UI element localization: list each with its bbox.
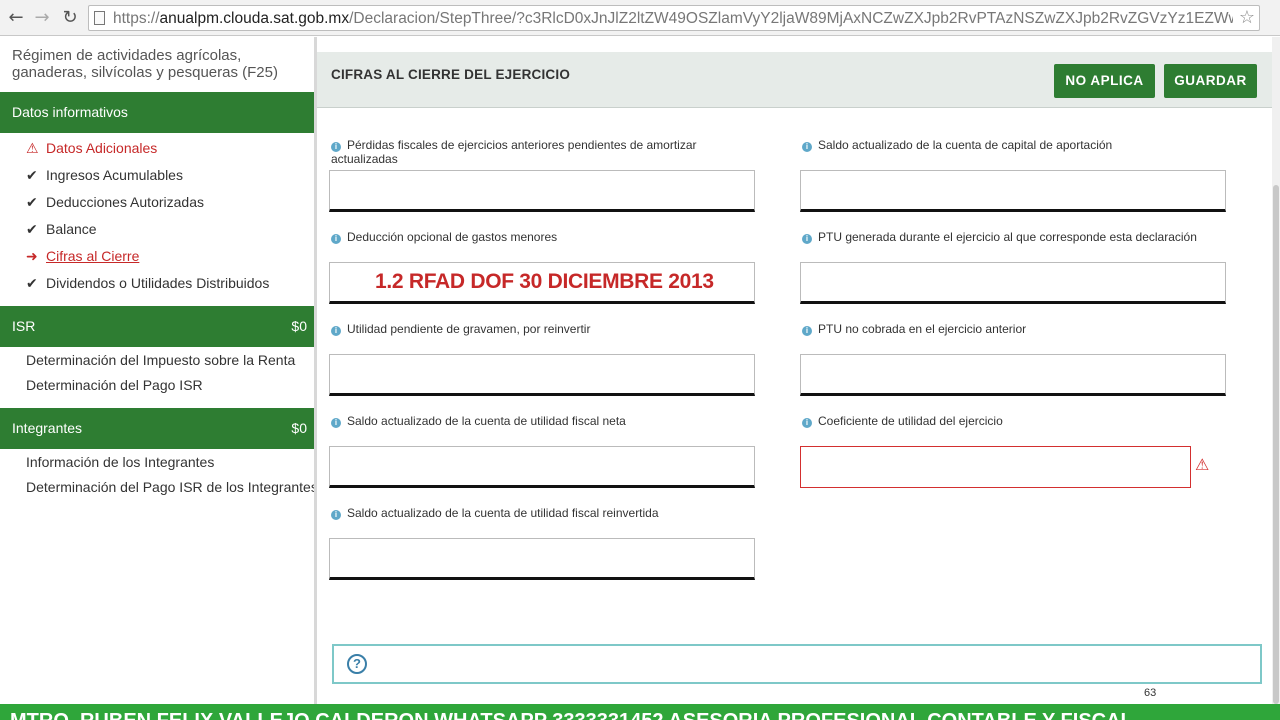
warning-triangle-icon: ⚠ bbox=[1195, 455, 1210, 474]
arrow-right-box-icon: ➜ bbox=[26, 249, 38, 265]
question-circle-icon[interactable]: ? bbox=[347, 654, 367, 674]
sidebar-item-label: Cifras al Cierre bbox=[46, 248, 140, 264]
banner-text: MTRO. RUBEN FELIX VALLEJO CALDERON WHATS… bbox=[10, 710, 1133, 720]
section-label: ISR bbox=[12, 318, 36, 334]
sidebar-item-label: Ingresos Acumulables bbox=[46, 167, 183, 183]
sidebar-item-deducciones-autorizadas[interactable]: ✔ Deducciones Autorizadas bbox=[26, 192, 204, 212]
coeficiente-utilidad-input[interactable] bbox=[800, 446, 1191, 488]
ptu-no-cobrada-input[interactable] bbox=[800, 354, 1226, 396]
main-content: CIFRAS AL CIERRE DEL EJERCICIO NO APLICA… bbox=[317, 37, 1272, 704]
check-circle-icon: ✔ bbox=[26, 195, 38, 211]
cuca-input[interactable] bbox=[800, 170, 1226, 212]
url-path: /Declaracion/StepThree/?c3RlcD0xJnJlZ2lt… bbox=[349, 10, 1233, 27]
field-label-text: Pérdidas fiscales de ejercicios anterior… bbox=[331, 138, 697, 166]
scrollbar[interactable] bbox=[1272, 37, 1280, 704]
page-title: CIFRAS AL CIERRE DEL EJERCICIO bbox=[331, 67, 571, 82]
info-icon[interactable]: i bbox=[802, 142, 812, 152]
deduccion-opcional-input[interactable]: 1.2 RFAD DOF 30 DICIEMBRE 2013 bbox=[329, 262, 755, 304]
field-label-perdidas-fiscales: i Pérdidas fiscales de ejercicios anterio… bbox=[331, 138, 741, 166]
no-aplica-button[interactable]: NO APLICA bbox=[1054, 64, 1155, 98]
field-label-deduccion-opcional: i Deducción opcional de gastos menores bbox=[331, 230, 741, 244]
url-prefix: https:// bbox=[113, 10, 160, 27]
guardar-button[interactable]: GUARDAR bbox=[1164, 64, 1257, 98]
url-host: anualpm.clouda.sat.gob.mx bbox=[159, 10, 350, 27]
warning-triangle-icon: ⚠ bbox=[26, 141, 39, 157]
sidebar-item-pago-isr-integrantes[interactable]: Determinación del Pago ISR de los Integr… bbox=[26, 479, 318, 495]
check-circle-icon: ✔ bbox=[26, 168, 38, 184]
sidebar-item-label: Balance bbox=[46, 221, 97, 237]
section-integrantes[interactable]: Integrantes $0 bbox=[0, 408, 314, 449]
sidebar-item-balance[interactable]: ✔ Balance bbox=[26, 219, 97, 239]
field-label-cuca: i Saldo actualizado de la cuenta de capit… bbox=[802, 138, 1212, 152]
sidebar-item-cifras-al-cierre[interactable]: ➜ Cifras al Cierre bbox=[26, 246, 139, 266]
bottom-banner: MTRO. RUBEN FELIX VALLEJO CALDERON WHATS… bbox=[0, 704, 1280, 720]
field-label-ptu-no-cobrada: i PTU no cobrada en el ejercicio anterior bbox=[802, 322, 1212, 336]
sidebar: Régimen de actividades agrícolas, ganade… bbox=[0, 37, 318, 704]
field-label-text: Deducción opcional de gastos menores bbox=[347, 230, 558, 244]
field-label-text: Utilidad pendiente de gravamen, por rein… bbox=[347, 322, 591, 336]
info-icon[interactable]: i bbox=[802, 326, 812, 336]
help-box: ? bbox=[332, 644, 1262, 684]
field-label-text: PTU no cobrada en el ejercicio anterior bbox=[818, 322, 1027, 336]
utilidad-pendiente-input[interactable] bbox=[329, 354, 755, 396]
sidebar-item-determinacion-pago-isr[interactable]: Determinación del Pago ISR bbox=[26, 377, 203, 393]
info-icon[interactable]: i bbox=[331, 142, 341, 152]
field-label-coeficiente-utilidad: i Coeficiente de utilidad del ejercicio bbox=[802, 414, 1212, 428]
regimen-title: Régimen de actividades agrícolas, ganade… bbox=[12, 47, 278, 81]
info-icon[interactable]: i bbox=[331, 510, 341, 520]
bookmark-star-icon[interactable]: ☆ bbox=[1239, 7, 1255, 28]
section-amount: $0 bbox=[291, 420, 307, 436]
field-label-text: Coeficiente de utilidad del ejercicio bbox=[818, 414, 1003, 428]
back-arrow-icon[interactable]: ← bbox=[5, 7, 27, 29]
ptu-generada-input[interactable] bbox=[800, 262, 1226, 304]
field-label-text: Saldo actualizado de la cuenta de utilid… bbox=[347, 414, 626, 428]
section-label: Datos informativos bbox=[12, 104, 128, 120]
info-icon[interactable]: i bbox=[331, 326, 341, 336]
field-label-text: Saldo actualizado de la cuenta de capita… bbox=[818, 138, 1113, 152]
field-label-ptu-generada: i PTU generada durante el ejercicio al qu… bbox=[802, 230, 1212, 244]
section-datos-informativos[interactable]: Datos informativos bbox=[0, 92, 314, 133]
sidebar-item-determinacion-impuesto[interactable]: Determinación del Impuesto sobre la Rent… bbox=[26, 352, 295, 368]
sidebar-item-label: Datos Adicionales bbox=[46, 140, 158, 156]
check-circle-icon: ✔ bbox=[26, 222, 38, 238]
overlay-note: 1.2 RFAD DOF 30 DICIEMBRE 2013 bbox=[375, 270, 714, 293]
forward-arrow-icon[interactable]: → bbox=[31, 7, 53, 29]
section-label: Integrantes bbox=[12, 420, 83, 436]
section-isr[interactable]: ISR $0 bbox=[0, 306, 314, 347]
sidebar-item-label: Deducciones Autorizadas bbox=[46, 194, 204, 210]
sidebar-item-ingresos-acumulables[interactable]: ✔ Ingresos Acumulables bbox=[26, 165, 183, 185]
field-label-cufinre: i Saldo actualizado de la cuenta de utili… bbox=[331, 506, 741, 520]
sidebar-item-label: Dividendos o Utilidades Distribuidos bbox=[46, 275, 270, 291]
info-icon[interactable]: i bbox=[331, 234, 341, 244]
page-number: 63 bbox=[1144, 687, 1157, 699]
cufinre-input[interactable] bbox=[329, 538, 755, 580]
perdidas-fiscales-input[interactable] bbox=[329, 170, 755, 212]
cufin-input[interactable] bbox=[329, 446, 755, 488]
address-bar[interactable]: https://anualpm.clouda.sat.gob.mx/Declar… bbox=[88, 5, 1260, 31]
info-icon[interactable]: i bbox=[331, 418, 341, 428]
sidebar-item-dividendos[interactable]: ✔ Dividendos o Utilidades Distribuidos bbox=[26, 273, 269, 293]
info-icon[interactable]: i bbox=[802, 234, 812, 244]
field-label-utilidad-pendiente: i Utilidad pendiente de gravamen, por rei… bbox=[331, 322, 741, 336]
section-amount: $0 bbox=[291, 318, 307, 334]
sidebar-item-informacion-integrantes[interactable]: Información de los Integrantes bbox=[26, 454, 214, 470]
sidebar-item-datos-adicionales[interactable]: ⚠ Datos Adicionales bbox=[26, 138, 157, 158]
page-icon bbox=[94, 11, 105, 25]
scrollbar-thumb[interactable] bbox=[1273, 185, 1279, 704]
url-text[interactable]: https://anualpm.clouda.sat.gob.mx/Declar… bbox=[113, 10, 1233, 28]
field-label-cufin: i Saldo actualizado de la cuenta de utili… bbox=[331, 414, 741, 428]
field-label-text: Saldo actualizado de la cuenta de utilid… bbox=[347, 506, 659, 520]
field-label-text: PTU generada durante el ejercicio al que… bbox=[818, 230, 1197, 244]
reload-icon[interactable]: ↻ bbox=[59, 7, 81, 29]
main-header: CIFRAS AL CIERRE DEL EJERCICIO NO APLICA… bbox=[317, 52, 1272, 108]
info-icon[interactable]: i bbox=[802, 418, 812, 428]
browser-toolbar: ← → ↻ https://anualpm.clouda.sat.gob.mx/… bbox=[0, 0, 1280, 36]
check-circle-icon: ✔ bbox=[26, 276, 38, 292]
